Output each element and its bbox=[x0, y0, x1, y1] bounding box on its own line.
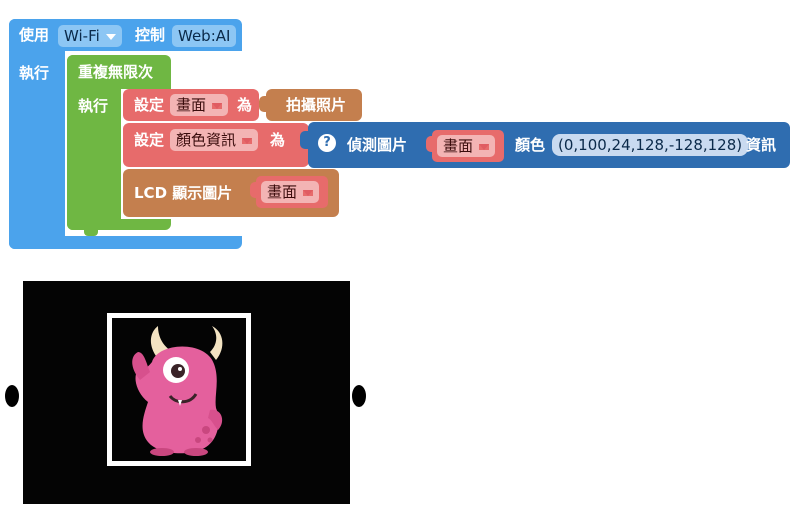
detect-image-dropdown[interactable]: 畫面 bbox=[437, 135, 496, 157]
take-photo-label: 拍攝照片 bbox=[286, 96, 347, 114]
chevron-down-icon bbox=[212, 102, 223, 109]
detect-image-value: 畫面 bbox=[443, 137, 474, 155]
detect-plug bbox=[300, 131, 310, 149]
device-field-value: Web:AI bbox=[178, 27, 231, 45]
lcd-image-plug bbox=[250, 182, 258, 198]
wifi-dropdown-value: Wi-Fi bbox=[64, 27, 100, 45]
detect-label: 偵測圖片 bbox=[347, 136, 408, 154]
color-var-value: 顏色資訊 bbox=[176, 131, 237, 149]
chevron-down-icon bbox=[242, 137, 253, 144]
control-label: 控制 bbox=[135, 26, 166, 44]
color-range-value: (0,100,24,128,-128,128) bbox=[558, 136, 743, 154]
wifi-dropdown[interactable]: Wi-Fi bbox=[58, 25, 122, 47]
right-edge-dot bbox=[352, 385, 366, 407]
set-color-as-label: 為 bbox=[270, 131, 286, 149]
set-color-label: 設定 bbox=[134, 131, 165, 149]
chevron-down-icon bbox=[303, 189, 314, 196]
lcd-image-dropdown[interactable]: 畫面 bbox=[261, 181, 320, 203]
device-field[interactable]: Web:AI bbox=[172, 25, 237, 47]
lcd-label: LCD 顯示圖片 bbox=[134, 184, 233, 202]
repeat-exec-label: 執行 bbox=[78, 97, 109, 115]
color-var-dropdown[interactable]: 顏色資訊 bbox=[170, 129, 259, 151]
chevron-down-icon bbox=[479, 143, 490, 150]
left-edge-dot bbox=[5, 385, 19, 407]
use-block-left-arm bbox=[9, 19, 65, 249]
canvas-var-value: 畫面 bbox=[176, 96, 207, 114]
monster-icon bbox=[132, 326, 223, 456]
take-photo-plug bbox=[259, 96, 268, 112]
canvas-var-dropdown[interactable]: 畫面 bbox=[170, 94, 229, 116]
chevron-down-icon bbox=[105, 33, 116, 40]
set-canvas-as-label: 為 bbox=[237, 96, 253, 114]
repeat-bottom-notch bbox=[84, 230, 98, 236]
use-block-bottom bbox=[9, 236, 242, 249]
detect-image-plug bbox=[426, 136, 434, 152]
lcd-image-value: 畫面 bbox=[267, 183, 298, 201]
repeat-label: 重複無限次 bbox=[78, 63, 154, 81]
use-label: 使用 bbox=[19, 26, 50, 44]
use-exec-label: 執行 bbox=[19, 64, 50, 82]
detect-info-label: 資訊 bbox=[746, 136, 777, 154]
set-canvas-label: 設定 bbox=[134, 96, 165, 114]
repeat-left-arm bbox=[67, 55, 121, 230]
detect-color-label: 顏色 bbox=[515, 136, 546, 154]
color-range-field[interactable]: (0,100,24,128,-128,128) bbox=[552, 134, 749, 156]
repeat-bottom bbox=[67, 219, 171, 230]
help-icon[interactable]: ? bbox=[318, 134, 336, 152]
